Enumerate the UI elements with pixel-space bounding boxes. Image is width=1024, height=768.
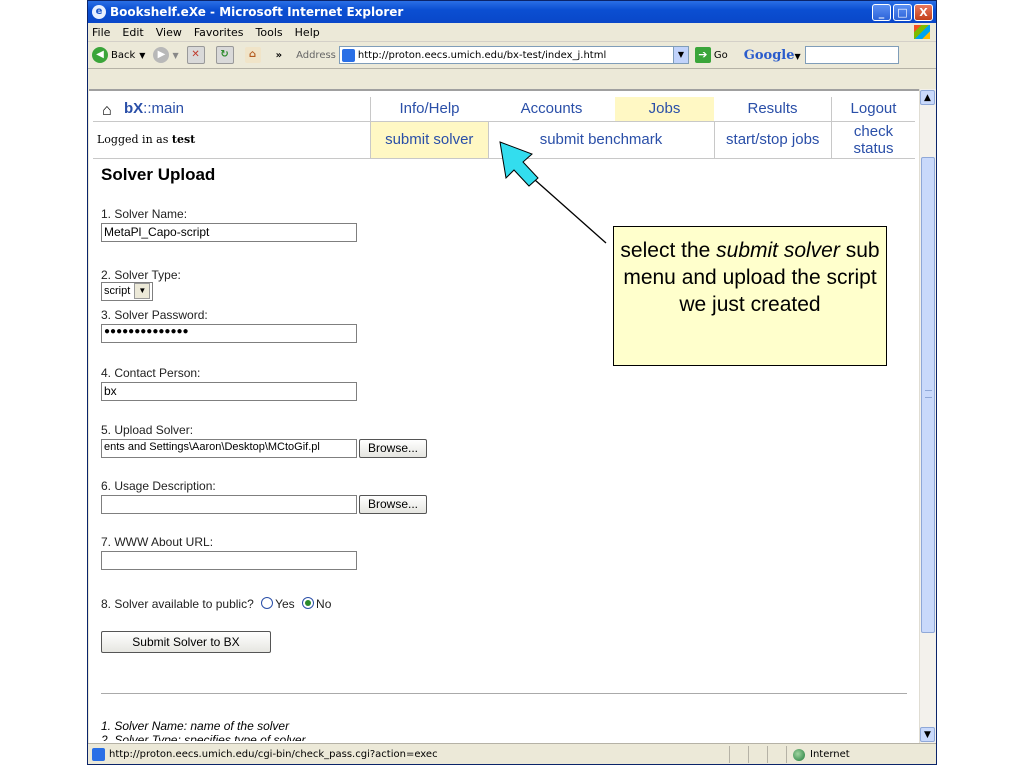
annotation-overlay [499,141,607,244]
callout-text-italic: submit solver [716,239,840,262]
callout-box: select the submit solver sub menu and up… [613,226,887,366]
pointer-arrow-icon [499,141,539,187]
callout-pointer-line [525,171,607,244]
callout-text-start: select the [620,239,717,262]
